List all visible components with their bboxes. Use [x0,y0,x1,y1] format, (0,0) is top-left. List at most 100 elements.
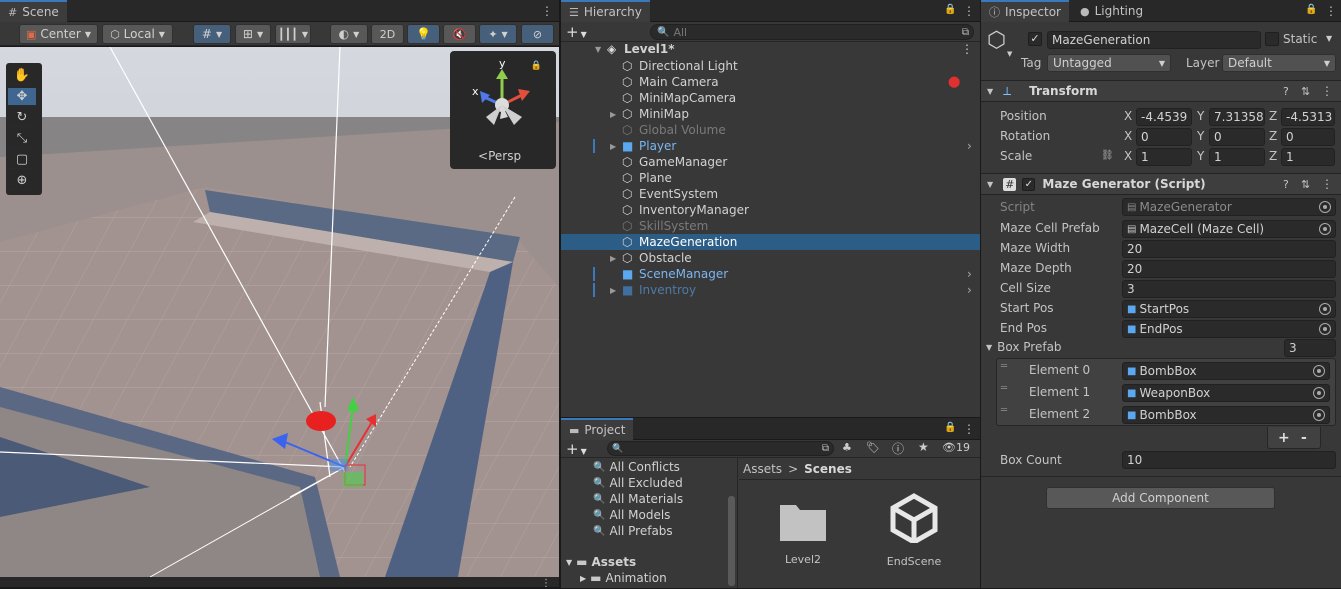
pivot-dropdown[interactable]: ▣ Center ▼ [19,24,98,44]
transform-z-input[interactable]: 0 [1281,128,1335,146]
scene-viewport[interactable]: ✋ ✥ ↻ ⤡ ▢ ⊕ 🔒 y x <Persp [0,47,559,577]
axis-x-label[interactable]: X [1124,129,1132,143]
project-create-button[interactable]: + ▼ [566,440,587,458]
rect-tool-button[interactable]: ▢ [8,151,36,169]
persp-toggle[interactable]: <Persp [478,149,521,163]
search-by-type-icon[interactable]: ⧉ [822,443,829,454]
object-name-input[interactable]: MazeGeneration [1047,31,1261,49]
hand-tool-button[interactable]: ✋ [8,67,36,85]
hierarchy-item[interactable]: ▶ ■ Player › [561,138,980,154]
hierarchy-item[interactable]: ▶ ■ Inventroy › [561,282,980,298]
chevron-right-icon[interactable]: › [967,283,972,297]
inspector-menu-icon[interactable]: ⋮ [1325,4,1337,18]
script-field-input[interactable]: 20 [1122,260,1336,278]
fold-right-icon[interactable]: ▶ [610,286,616,295]
script-field-input[interactable]: 3 [1122,280,1336,298]
space-dropdown[interactable]: ⬡ Local ▼ [102,24,173,44]
transform-y-input[interactable]: 0 [1209,128,1265,146]
transform-z-input[interactable]: -4.5313 [1281,108,1335,126]
component-menu-icon[interactable]: ⋮ [1321,84,1333,98]
scale-tool-button[interactable]: ⤡ [8,130,36,148]
warning-icon[interactable]: ⓘ [892,440,904,457]
visibility-count[interactable]: 👁19 [942,441,970,454]
hierarchy-scene-root[interactable]: ▼ ◈ Level1* ⋮ [561,41,980,57]
axis-y-label[interactable]: Y [1197,149,1204,163]
project-menu-icon[interactable]: ⋮ [963,422,975,436]
move-tool-button[interactable]: ✥ [8,88,36,106]
create-button[interactable]: + ▼ [566,23,587,41]
transform-z-input[interactable]: 1 [1281,148,1335,166]
object-picker-icon[interactable] [1319,223,1331,235]
hierarchy-item[interactable]: ⬡ Main Camera [561,74,980,90]
transform-x-input[interactable]: 0 [1136,128,1192,146]
visibility-toggle[interactable]: ⊘ [521,24,554,44]
constrain-proportions-icon[interactable]: ⛓ [1101,150,1114,161]
axis-z-label[interactable]: Z [1269,109,1277,123]
script-reference-field[interactable]: ▤ MazeGenerator [1122,198,1336,216]
drag-handle-icon[interactable]: ═ [1001,361,1007,372]
assets-animation-item[interactable]: ▶ ▬ Animation [580,571,667,585]
hierarchy-item[interactable]: ⬡ Global Volume [561,122,980,138]
object-picker-icon[interactable] [1313,409,1325,421]
element-object-field[interactable]: ■ BombBox [1122,362,1330,380]
script-field-input[interactable]: 20 [1122,240,1336,258]
remove-element-button[interactable]: - [1301,430,1307,446]
hierarchy-item[interactable]: ⬡ Plane [561,170,980,186]
search-by-type-icon[interactable]: ⧉ [962,27,969,38]
element-object-field[interactable]: ■ BombBox [1122,406,1330,424]
component-menu-icon[interactable]: ⋮ [1321,177,1333,191]
hierarchy-item[interactable]: ▶ ⬡ Obstacle [561,250,980,266]
drag-handle-icon[interactable]: ═ [1001,405,1007,416]
tag-dropdown[interactable]: Untagged ▼ [1047,54,1171,72]
scene-menu-icon[interactable]: ⋮ [541,4,553,18]
assets-root-item[interactable]: ▼ ▬ Assets [566,555,636,569]
hierarchy-item[interactable]: ⬡ InventoryManager [561,202,980,218]
script-field-input[interactable]: ■ EndPos [1122,320,1336,338]
axis-x-label[interactable]: X [1124,149,1132,163]
hierarchy-item[interactable]: ⬡ MazeGeneration [561,234,980,250]
fold-right-icon[interactable]: ▶ [610,254,616,263]
increment-snap-button[interactable]: ⊞ ▼ [235,24,271,44]
hierarchy-item[interactable]: ■ SceneManager › [561,266,980,282]
preset-icon[interactable]: ⇅ [1301,178,1310,191]
favorite-search-item[interactable]: 🔍 All Excluded [593,476,683,490]
box-count-input[interactable]: 10 [1122,451,1336,469]
favorite-search-item[interactable]: 🔍 All Prefabs [593,524,673,538]
axis-z-label[interactable]: Z [1269,129,1277,143]
maze-generator-header[interactable]: ▼ # ✓ Maze Generator (Script) ? ⇅ ⋮ [981,173,1341,195]
transform-x-input[interactable]: 1 [1136,148,1192,166]
filter-type-icon[interactable]: ♣ [842,441,852,454]
hierarchy-item[interactable]: ⬡ Directional Light [561,58,980,74]
add-element-button[interactable]: + [1278,430,1290,446]
favorite-search-item[interactable]: 🔍 All Conflicts [593,460,680,474]
chevron-down-icon[interactable]: ▼ [1007,50,1012,58]
add-component-button[interactable]: Add Component [1046,487,1275,509]
audio-toggle[interactable]: 🔇 [443,24,476,44]
chevron-right-icon[interactable]: › [967,139,972,153]
transform-header[interactable]: ▼ ⟂ Transform ? ⇅ ⋮ [981,80,1341,102]
axis-x-label[interactable]: X [1124,109,1132,123]
bottom-panel-menu-icon[interactable]: ⋮ [541,578,551,589]
shading-mode-button[interactable]: ◐ ▼ [330,24,368,44]
hierarchy-item[interactable]: ⬡ GameManager [561,154,980,170]
object-picker-icon[interactable] [1319,201,1331,213]
hierarchy-item[interactable]: ▶ ⬡ MiniMap [561,106,980,122]
tab-scene[interactable]: # Scene [0,0,67,22]
static-dropdown-icon[interactable]: ▼ [1326,34,1332,43]
lock-icon[interactable]: 🔒 [1305,4,1317,15]
project-search-input[interactable]: 🔍 ⧉ [607,441,834,456]
box-prefab-foldout[interactable]: ▼ Box Prefab [986,340,1062,354]
tab-hierarchy[interactable]: ☰ Hierarchy [561,0,650,22]
hierarchy-item[interactable]: ⬡ EventSystem [561,186,980,202]
filter-label-icon[interactable]: 🏷 [866,441,880,454]
chevron-right-icon[interactable]: › [967,267,972,281]
tab-project[interactable]: ▬ Project [561,418,634,440]
fold-right-icon[interactable]: ▶ [610,110,616,119]
preset-icon[interactable]: ⇅ [1301,85,1310,98]
element-object-field[interactable]: ■ WeaponBox [1122,384,1330,402]
object-picker-icon[interactable] [1313,387,1325,399]
effects-dropdown[interactable]: ✦ ▼ [479,24,517,44]
grid-snap-button[interactable]: # ▼ [193,24,231,44]
asset-level2[interactable]: Level2 [762,493,844,573]
axis-y-label[interactable]: Y [1197,129,1204,143]
